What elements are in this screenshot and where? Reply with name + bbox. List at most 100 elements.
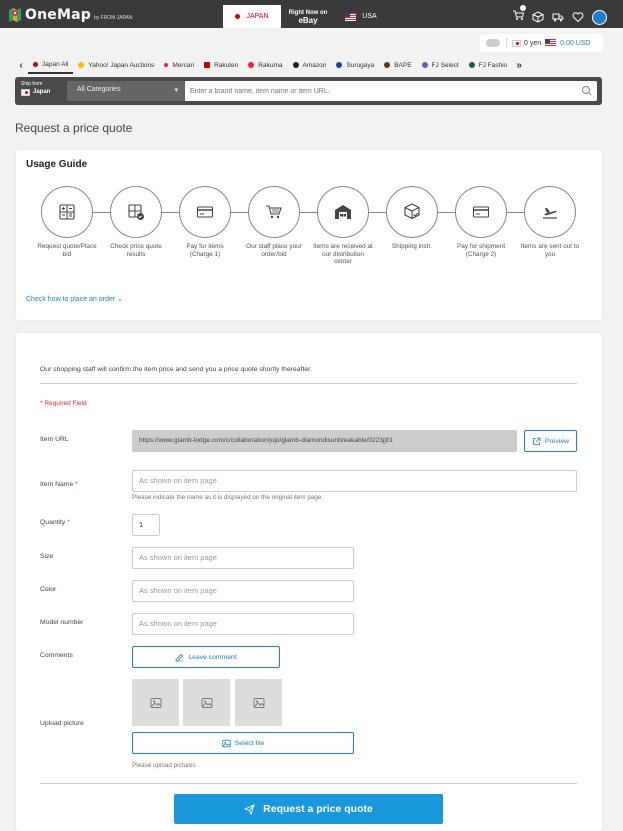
site-tab-mercari[interactable]: Mercari xyxy=(159,56,199,74)
select-file-label: Select file xyxy=(234,739,265,747)
item-url-label: Item URL xyxy=(40,436,69,443)
usage-guide-card: Usage Guide Request quote/Place bid Chec… xyxy=(16,150,602,320)
tab-usa[interactable]: USA xyxy=(338,5,384,28)
site-logo-icon xyxy=(336,62,343,68)
site-tab-surugaya[interactable]: Surugaya xyxy=(331,56,379,74)
search-input[interactable] xyxy=(185,81,597,101)
item-name-hint: Please indicate the name as it is displa… xyxy=(132,494,324,501)
guide-step: Pay for shipment (Charge 2) xyxy=(451,186,511,258)
upload-picture-label: Upload picture xyxy=(40,720,84,727)
preview-button[interactable]: Preview xyxy=(524,430,577,452)
heart-icon[interactable] xyxy=(572,11,584,23)
item-name-label: Item Name * xyxy=(40,481,78,488)
brand-name: OneMap xyxy=(25,7,91,23)
site-tab-bape[interactable]: BAPE xyxy=(379,56,416,74)
upload-thumb[interactable] xyxy=(235,679,282,726)
color-label: Color xyxy=(40,586,57,593)
page-title: Request a price quote xyxy=(15,121,133,135)
site-tab-label: FJ Select xyxy=(431,61,459,69)
warehouse-icon xyxy=(335,205,351,219)
site-tab-rakuma[interactable]: Rakuma xyxy=(243,56,287,74)
select-file-button[interactable]: Select file xyxy=(132,732,354,754)
required-star: * xyxy=(75,481,78,488)
calculator-check-icon xyxy=(128,204,144,220)
search-icon[interactable] xyxy=(578,82,596,100)
check-how-label: Check how to place an order xyxy=(26,296,116,303)
site-tab-yahoo[interactable]: Yahoo! Japan Auctions xyxy=(73,56,159,74)
ship-from-country: Japan xyxy=(33,89,51,95)
onemap-logo[interactable]: OneMap by FROM JAPAN xyxy=(8,6,133,24)
user-avatar-icon[interactable] xyxy=(592,9,607,25)
comments-label: Comments xyxy=(40,652,73,659)
chevron-right-icon[interactable]: » xyxy=(512,60,526,71)
item-url-field[interactable]: https://www.glamb-lodge.com/c/collaborat… xyxy=(132,430,517,452)
external-link-icon xyxy=(533,437,541,445)
cart-icon xyxy=(266,205,282,219)
guide-step: Items are received at our distribution c… xyxy=(313,186,373,266)
leave-comment-button[interactable]: Leave comment xyxy=(132,646,280,668)
site-tab-fj-select[interactable]: FJ Select xyxy=(417,56,464,74)
image-icon xyxy=(201,697,212,708)
site-tab-fj-fashion[interactable]: FJ Fashio xyxy=(464,56,513,74)
site-tab-label: FJ Fashio xyxy=(478,61,508,69)
chevron-left-icon[interactable]: ‹ xyxy=(14,60,28,71)
guide-step-label: Pay for shipment (Charge 2) xyxy=(457,243,505,258)
guide-step-label: Shipping instr. xyxy=(391,243,433,250)
site-logo-icon xyxy=(33,61,38,67)
marketplace-tabs: ‹ Japan All Yahoo! Japan Auctions Mercar… xyxy=(14,56,603,74)
color-input[interactable]: As shown on item page xyxy=(132,580,354,602)
item-name-label-text: Item Name xyxy=(40,481,74,488)
currency-toggle[interactable] xyxy=(486,39,500,47)
site-tab-rakuten[interactable]: Rakuten xyxy=(199,56,243,74)
guide-step-label: Items are sent out to you xyxy=(520,243,580,258)
tab-japan[interactable]: JAPAN xyxy=(223,5,281,28)
guide-step-label: Request quote/Place bid xyxy=(37,243,97,258)
balance-widget[interactable]: 0 yen 0.00 USD xyxy=(480,34,603,52)
site-tab-label: Rakuma xyxy=(258,61,283,69)
model-number-input[interactable]: As shown on item page xyxy=(132,613,354,635)
balance-usd: 0.00 USD xyxy=(560,39,591,47)
balance-yen: 0 yen xyxy=(524,39,542,47)
category-select[interactable]: All Categories ▾ xyxy=(67,81,185,101)
request-quote-label: Request a price quote xyxy=(263,803,373,815)
request-quote-button[interactable]: Request a price quote xyxy=(174,794,443,824)
item-name-input[interactable]: As shown on item page xyxy=(132,470,577,492)
credit-card-icon xyxy=(472,206,490,218)
ship-from-selector[interactable]: Ship from Japan xyxy=(21,80,50,96)
model-number-label: Model number xyxy=(40,619,84,626)
price-quote-form: Our shopping staff will confirm the item… xyxy=(16,333,602,831)
box-check-icon xyxy=(404,203,420,220)
upload-thumb[interactable] xyxy=(183,679,230,726)
guide-step: Shipping instr. xyxy=(382,186,442,251)
guide-step: Check price quote results xyxy=(106,186,166,258)
site-tab-japan-all[interactable]: Japan All xyxy=(28,56,74,74)
site-logo-icon xyxy=(248,62,255,68)
truck-icon[interactable] xyxy=(552,11,564,23)
edit-icon xyxy=(175,653,184,661)
size-input[interactable]: As shown on item page xyxy=(132,547,354,569)
divider xyxy=(40,783,577,784)
site-logo-icon xyxy=(421,62,428,68)
usa-flag-icon xyxy=(545,39,557,47)
site-tab-amazon[interactable]: Amazon xyxy=(288,56,332,74)
site-logo-icon xyxy=(384,62,391,68)
tab-ebay-label: eBay xyxy=(298,15,318,25)
cart-badge xyxy=(520,5,526,11)
calculator-icon xyxy=(59,204,75,220)
tab-ebay[interactable]: Right Now on eBay xyxy=(284,5,332,28)
guide-step: Items are sent out to you xyxy=(520,186,580,258)
box-icon[interactable] xyxy=(532,11,544,23)
japan-flag-icon xyxy=(235,14,241,19)
quantity-input[interactable]: 1 xyxy=(132,514,160,536)
upload-hint: Please upload pictures xyxy=(132,762,196,769)
usage-guide-title: Usage Guide xyxy=(26,159,88,170)
leave-comment-label: Leave comment xyxy=(188,653,237,661)
upload-thumb[interactable] xyxy=(132,679,179,726)
check-how-link[interactable]: Check how to place an order ⌄ xyxy=(26,295,123,303)
chevron-down-icon: ▾ xyxy=(174,87,178,94)
cart-button[interactable] xyxy=(512,5,526,26)
ship-from-label: Ship from xyxy=(21,81,43,87)
site-tab-label: Rakuten xyxy=(214,61,239,69)
guide-step: Pay for items (Charge 1) xyxy=(175,186,235,258)
plane-icon xyxy=(543,208,557,219)
